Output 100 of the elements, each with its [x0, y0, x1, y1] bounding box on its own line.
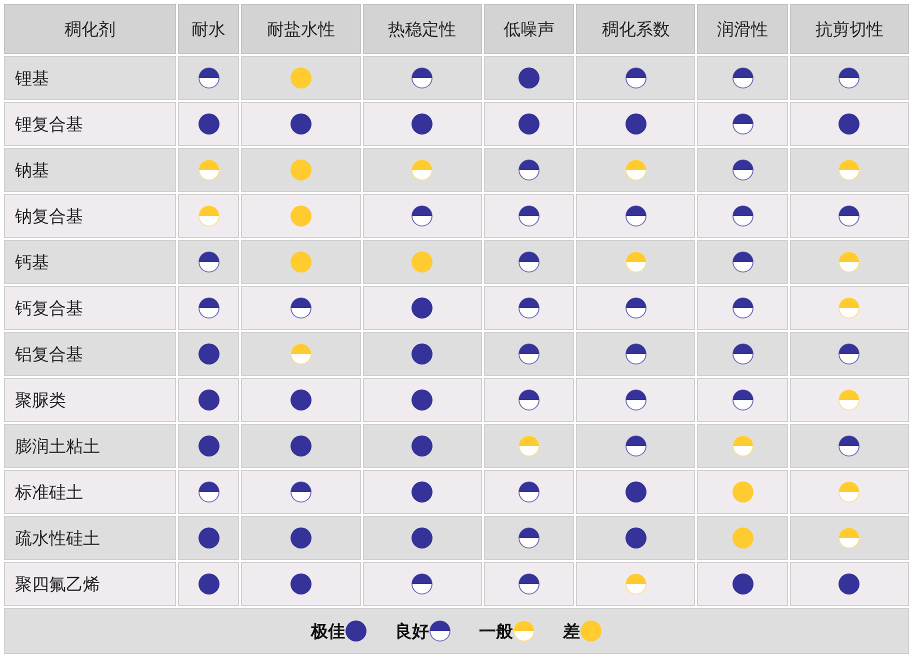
- half-circle-icon: [198, 67, 220, 89]
- column-header: 润滑性: [697, 4, 788, 54]
- legend-label: 良好: [395, 620, 429, 642]
- row-label: 膨润土粘土: [4, 424, 176, 468]
- half-circle-icon: [518, 205, 540, 227]
- filled-circle-icon: [838, 573, 860, 595]
- row-label: 锂基: [4, 56, 176, 100]
- filled-circle-icon: [580, 620, 602, 642]
- half-circle-icon: [518, 251, 540, 273]
- half-circle-icon: [732, 113, 754, 135]
- half-circle-icon: [732, 343, 754, 365]
- half-circle-icon: [838, 389, 860, 411]
- column-header: 稠化剂: [4, 4, 176, 54]
- half-circle-icon: [624, 205, 647, 227]
- half-circle-icon: [198, 481, 220, 503]
- filled-circle-icon: [411, 481, 434, 503]
- half-circle-icon: [518, 435, 540, 457]
- half-circle-icon: [518, 343, 540, 365]
- half-circle-icon: [411, 573, 434, 595]
- half-circle-icon: [518, 527, 540, 549]
- column-header: 低噪声: [484, 4, 574, 54]
- row-label: 疏水性硅土: [4, 516, 176, 560]
- half-circle-icon: [518, 297, 540, 319]
- column-header: 耐水: [178, 4, 240, 54]
- filled-circle-icon: [518, 67, 540, 89]
- row-label: 聚脲类: [4, 378, 176, 422]
- half-circle-icon: [624, 251, 647, 273]
- half-circle-icon: [838, 343, 860, 365]
- half-circle-icon: [732, 159, 754, 181]
- filled-circle-icon: [411, 435, 434, 457]
- filled-circle-icon: [290, 159, 312, 181]
- row-label: 钙复合基: [4, 286, 176, 330]
- row-label: 钠复合基: [4, 194, 176, 238]
- filled-circle-icon: [345, 620, 367, 642]
- half-circle-icon: [732, 389, 754, 411]
- half-circle-icon: [732, 67, 754, 89]
- filled-circle-icon: [624, 113, 647, 135]
- legend-label: 差: [563, 620, 580, 642]
- legend-label: 极佳: [311, 620, 345, 642]
- legend-label: 一般: [479, 620, 513, 642]
- half-circle-icon: [838, 435, 860, 457]
- column-header: 抗剪切性: [790, 4, 909, 54]
- column-header: 耐盐水性: [241, 4, 361, 54]
- half-circle-icon: [513, 620, 535, 642]
- filled-circle-icon: [198, 527, 220, 549]
- filled-circle-icon: [290, 435, 312, 457]
- half-circle-icon: [518, 389, 540, 411]
- half-circle-icon: [838, 527, 860, 549]
- filled-circle-icon: [290, 389, 312, 411]
- half-circle-icon: [624, 297, 647, 319]
- half-circle-icon: [198, 251, 220, 273]
- filled-circle-icon: [411, 113, 434, 135]
- column-header: 稠化系数: [576, 4, 696, 54]
- column-header: 热稳定性: [362, 4, 482, 54]
- half-circle-icon: [429, 620, 451, 642]
- half-circle-icon: [624, 159, 647, 181]
- half-circle-icon: [624, 435, 647, 457]
- filled-circle-icon: [518, 113, 540, 135]
- half-circle-icon: [198, 159, 220, 181]
- filled-circle-icon: [411, 527, 434, 549]
- filled-circle-icon: [290, 527, 312, 549]
- filled-circle-icon: [290, 67, 312, 89]
- filled-circle-icon: [290, 251, 312, 273]
- filled-circle-icon: [290, 573, 312, 595]
- half-circle-icon: [624, 343, 647, 365]
- half-circle-icon: [624, 573, 647, 595]
- filled-circle-icon: [411, 389, 434, 411]
- half-circle-icon: [732, 435, 754, 457]
- half-circle-icon: [624, 67, 647, 89]
- half-circle-icon: [411, 205, 434, 227]
- filled-circle-icon: [732, 573, 754, 595]
- filled-circle-icon: [624, 527, 647, 549]
- half-circle-icon: [732, 297, 754, 319]
- half-circle-icon: [518, 573, 540, 595]
- half-circle-icon: [198, 205, 220, 227]
- row-label: 聚四氟乙烯: [4, 562, 176, 606]
- half-circle-icon: [838, 481, 860, 503]
- row-label: 钙基: [4, 240, 176, 284]
- half-circle-icon: [290, 343, 312, 365]
- half-circle-icon: [411, 159, 434, 181]
- half-circle-icon: [732, 205, 754, 227]
- half-circle-icon: [518, 481, 540, 503]
- filled-circle-icon: [411, 251, 434, 273]
- filled-circle-icon: [198, 389, 220, 411]
- row-label: 标准硅土: [4, 470, 176, 514]
- row-label: 锂复合基: [4, 102, 176, 146]
- filled-circle-icon: [198, 113, 220, 135]
- filled-circle-icon: [198, 435, 220, 457]
- filled-circle-icon: [290, 113, 312, 135]
- half-circle-icon: [290, 297, 312, 319]
- filled-circle-icon: [198, 343, 220, 365]
- filled-circle-icon: [838, 113, 860, 135]
- filled-circle-icon: [732, 527, 754, 549]
- filled-circle-icon: [198, 573, 220, 595]
- filled-circle-icon: [624, 481, 647, 503]
- filled-circle-icon: [732, 481, 754, 503]
- half-circle-icon: [624, 389, 647, 411]
- half-circle-icon: [838, 67, 860, 89]
- half-circle-icon: [838, 159, 860, 181]
- half-circle-icon: [838, 251, 860, 273]
